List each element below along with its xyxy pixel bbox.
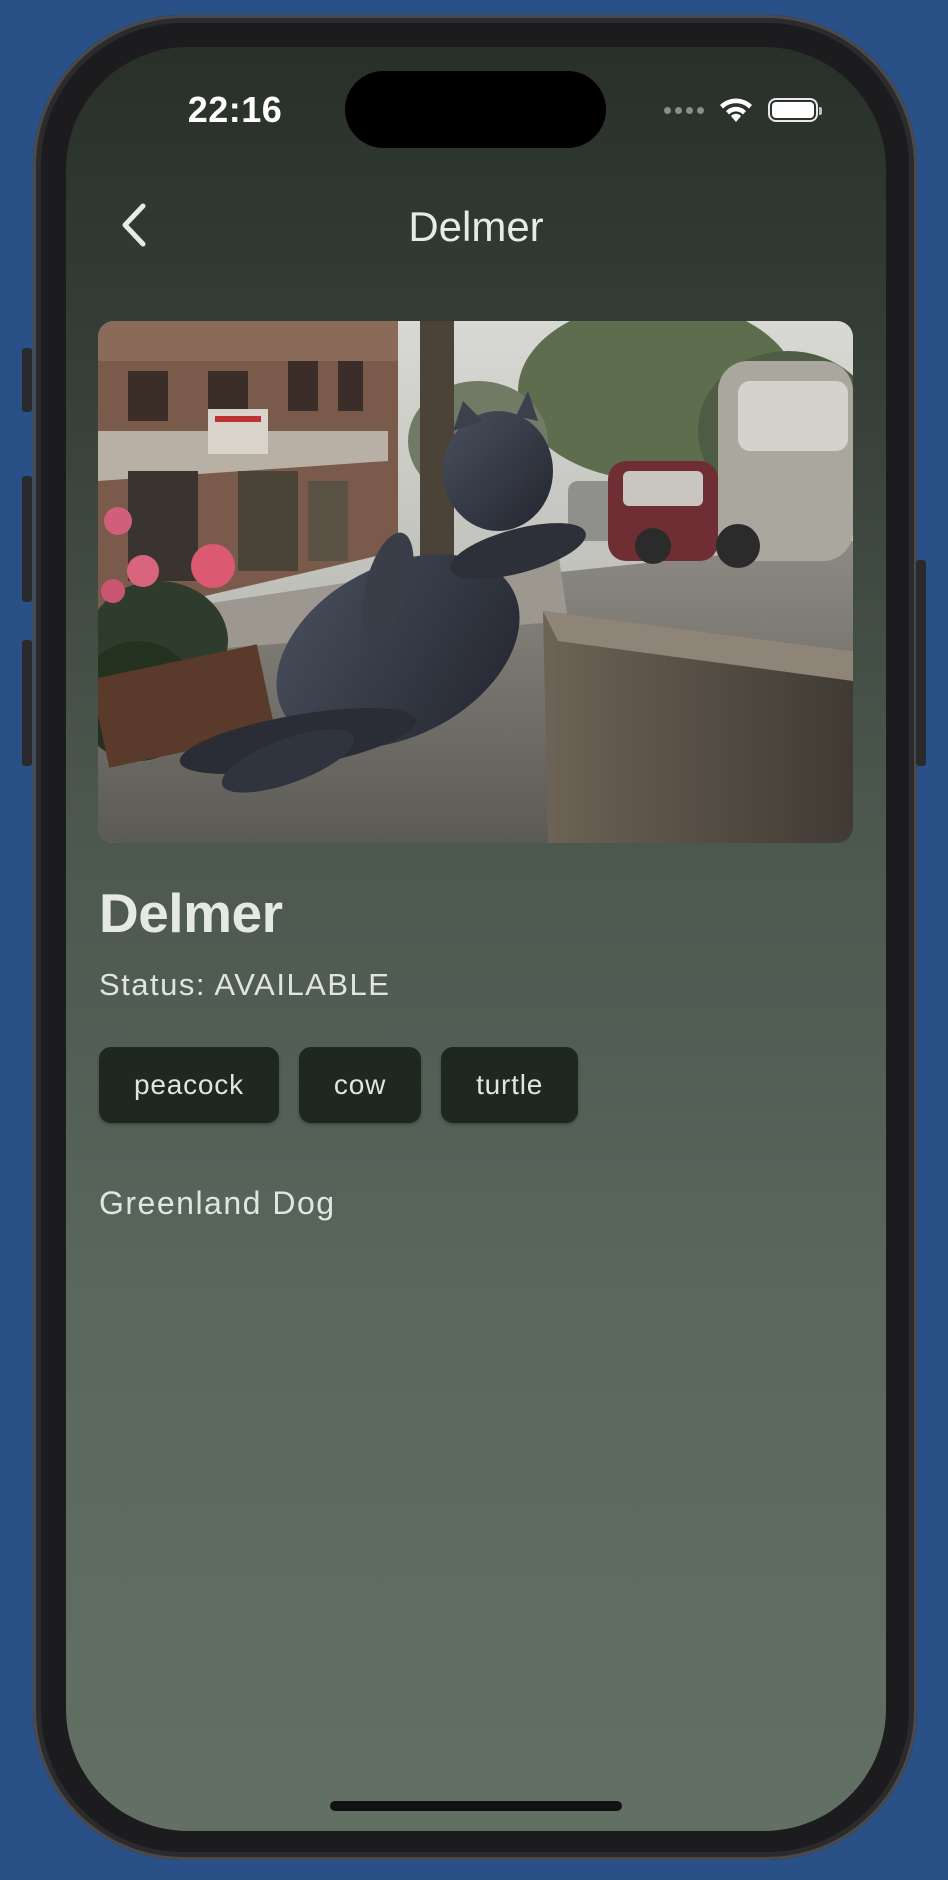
- tag-list: peacock cow turtle: [99, 1047, 579, 1123]
- pet-status: Status: AVAILABLE: [99, 967, 391, 1002]
- status-time: 22:16: [187, 89, 283, 130]
- home-indicator[interactable]: [330, 1801, 622, 1811]
- tag-chip[interactable]: turtle: [441, 1047, 579, 1123]
- pet-photo: [98, 321, 853, 843]
- power-button: [916, 560, 926, 766]
- cellular-signal-icon: [664, 106, 704, 114]
- battery-icon: [768, 98, 822, 122]
- pet-breed: Greenland Dog: [99, 1185, 336, 1221]
- tag-chip[interactable]: cow: [298, 1047, 422, 1123]
- nav-title: Delmer: [408, 203, 544, 250]
- volume-up-button: [22, 476, 32, 602]
- pet-name: Delmer: [99, 882, 283, 944]
- status-icons: [664, 95, 822, 125]
- dynamic-island: [345, 71, 606, 148]
- action-button: [22, 348, 32, 412]
- screen: 22:16 Delmer Delmer Status: AVAILABLE pe…: [66, 47, 886, 1831]
- pet-photo-illustration: [98, 321, 853, 843]
- tag-chip[interactable]: peacock: [99, 1047, 279, 1123]
- volume-down-button: [22, 640, 32, 766]
- wifi-icon: [720, 98, 752, 122]
